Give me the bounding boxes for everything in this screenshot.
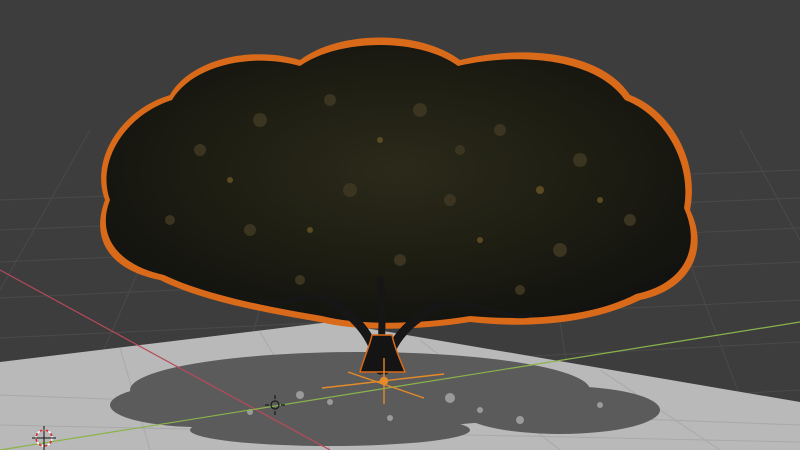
tree-canopy [105,45,691,323]
viewport-canvas[interactable] [0,0,800,450]
3d-viewport[interactable] [0,0,800,450]
